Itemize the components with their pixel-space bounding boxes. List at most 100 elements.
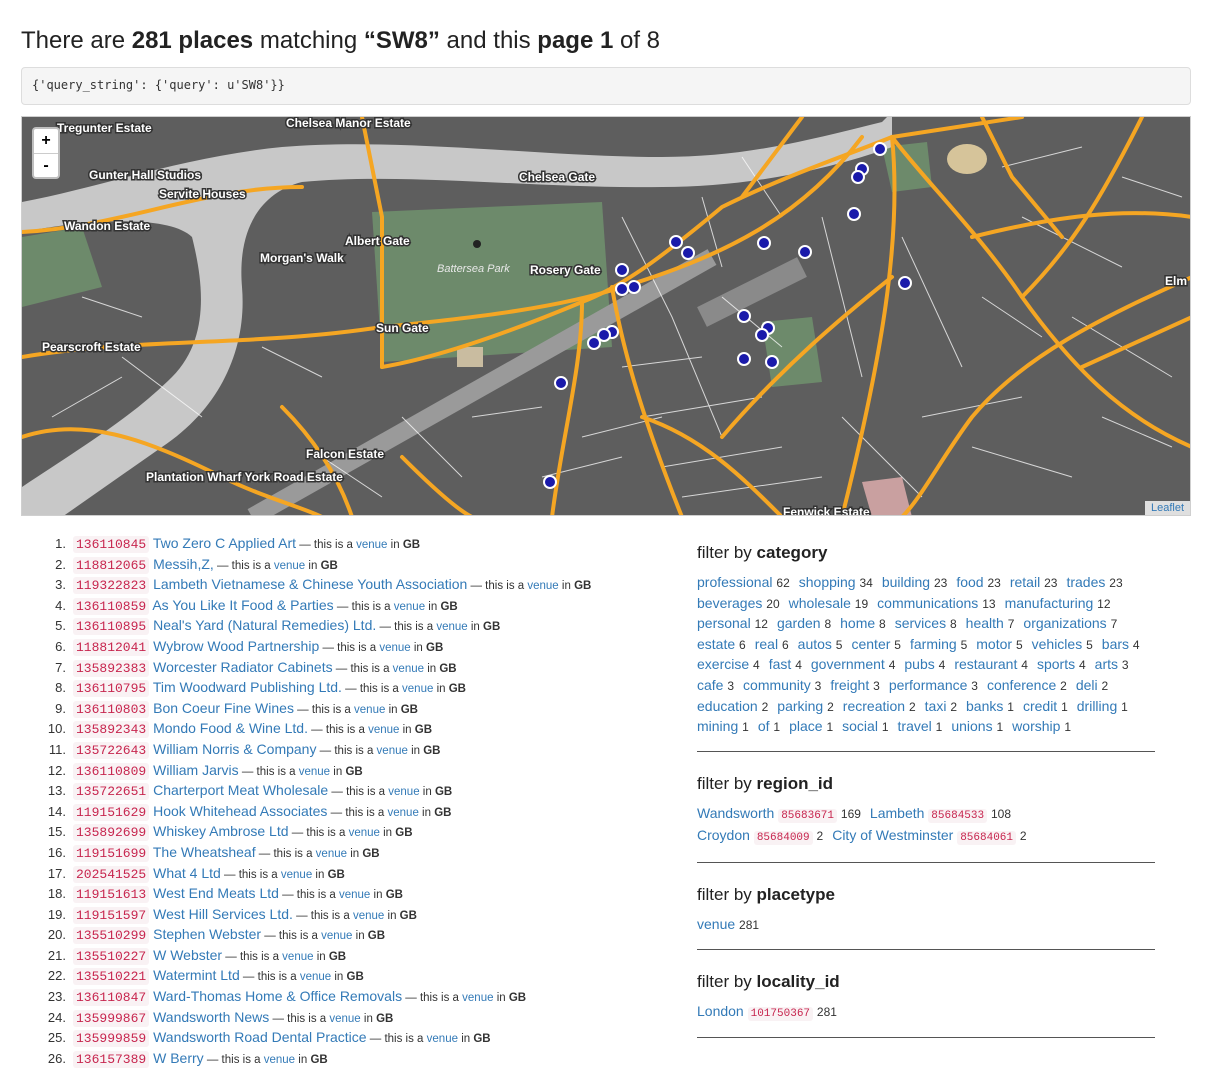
zoom-out-button[interactable]: - [34, 153, 58, 177]
filter-link[interactable]: mining [697, 718, 738, 734]
placetype-link[interactable]: venue [388, 807, 419, 819]
filter-link[interactable]: autos [798, 636, 832, 652]
placetype-link[interactable]: venue [264, 1054, 295, 1066]
place-link[interactable]: Messih,Z, [153, 556, 214, 572]
filter-link[interactable]: estate [697, 636, 735, 652]
filter-link[interactable]: professional [697, 574, 773, 590]
placetype-link[interactable]: venue [329, 1013, 360, 1025]
placetype-link[interactable]: venue [379, 642, 410, 654]
place-link[interactable]: As You Like It Food & Parties [152, 597, 333, 613]
place-link[interactable]: William Jarvis [153, 762, 239, 778]
place-link[interactable]: What 4 Ltd [153, 865, 221, 881]
filter-link[interactable]: education [697, 698, 758, 714]
place-link[interactable]: Wybrow Wood Partnership [153, 638, 319, 654]
placetype-link[interactable]: venue [354, 704, 385, 716]
placetype-link[interactable]: venue [281, 869, 312, 881]
filter-link[interactable]: Lambeth [870, 805, 924, 821]
map-attribution[interactable]: Leaflet [1144, 501, 1190, 515]
filter-link[interactable]: arts [1095, 656, 1118, 672]
filter-link[interactable]: beverages [697, 595, 762, 611]
place-link[interactable]: Two Zero C Applied Art [153, 535, 296, 551]
filter-link[interactable]: real [755, 636, 778, 652]
filter-link[interactable]: food [956, 574, 983, 590]
filter-link[interactable]: services [895, 615, 946, 631]
filter-link[interactable]: restaurant [954, 656, 1017, 672]
placetype-link[interactable]: venue [299, 766, 330, 778]
filter-link[interactable]: London [697, 1003, 744, 1019]
placetype-link[interactable]: venue [427, 1033, 458, 1045]
filter-link[interactable]: freight [830, 677, 869, 693]
filter-link[interactable]: fast [769, 656, 792, 672]
filter-link[interactable]: wholesale [789, 595, 851, 611]
filter-link[interactable]: building [882, 574, 930, 590]
filter-link[interactable]: vehicles [1032, 636, 1083, 652]
placetype-link[interactable]: venue [349, 827, 380, 839]
place-link[interactable]: Lambeth Vietnamese & Chinese Youth Assoc… [153, 576, 467, 592]
placetype-link[interactable]: venue [274, 560, 305, 572]
place-link[interactable]: Charterport Meat Wholesale [153, 782, 328, 798]
place-link[interactable]: Bon Coeur Fine Wines [153, 700, 294, 716]
placetype-link[interactable]: venue [353, 910, 384, 922]
filter-link[interactable]: communications [877, 595, 978, 611]
placetype-link[interactable]: venue [462, 992, 493, 1004]
place-link[interactable]: W Berry [153, 1050, 204, 1066]
placetype-link[interactable]: venue [300, 971, 331, 983]
place-link[interactable]: Hook Whitehead Associates [153, 803, 327, 819]
filter-link[interactable]: credit [1023, 698, 1057, 714]
place-link[interactable]: Whiskey Ambrose Ltd [153, 823, 288, 839]
placetype-link[interactable]: venue [316, 848, 347, 860]
filter-link[interactable]: manufacturing [1005, 595, 1094, 611]
place-link[interactable]: Stephen Webster [153, 926, 261, 942]
filter-link[interactable]: place [789, 718, 822, 734]
filter-link[interactable]: personal [697, 615, 751, 631]
placetype-link[interactable]: venue [368, 724, 399, 736]
filter-link[interactable]: drilling [1077, 698, 1117, 714]
placetype-link[interactable]: venue [321, 930, 352, 942]
filter-link[interactable]: performance [889, 677, 968, 693]
placetype-link[interactable]: venue [377, 745, 408, 757]
filter-link[interactable]: community [743, 677, 811, 693]
filter-link[interactable]: garden [777, 615, 821, 631]
place-link[interactable]: West End Meats Ltd [153, 885, 279, 901]
placetype-link[interactable]: venue [436, 621, 467, 633]
filter-link[interactable]: banks [966, 698, 1003, 714]
filter-link[interactable]: unions [951, 718, 992, 734]
filter-link[interactable]: worship [1012, 718, 1060, 734]
placetype-link[interactable]: venue [282, 951, 313, 963]
place-link[interactable]: Neal's Yard (Natural Remedies) Ltd. [153, 617, 376, 633]
filter-link[interactable]: deli [1076, 677, 1098, 693]
filter-link[interactable]: retail [1010, 574, 1040, 590]
filter-link[interactable]: organizations [1023, 615, 1106, 631]
filter-link[interactable]: farming [910, 636, 957, 652]
place-link[interactable]: William Norris & Company [153, 741, 316, 757]
filter-link[interactable]: Croydon [697, 827, 750, 843]
place-link[interactable]: Mondo Food & Wine Ltd. [153, 720, 308, 736]
placetype-link[interactable]: venue [388, 786, 419, 798]
place-link[interactable]: The Wheatsheaf [153, 844, 256, 860]
place-link[interactable]: Tim Woodward Publishing Ltd. [153, 679, 342, 695]
placetype-link[interactable]: venue [339, 889, 370, 901]
filter-link[interactable]: government [811, 656, 885, 672]
filter-link[interactable]: Wandsworth [697, 805, 774, 821]
filter-link[interactable]: City of Westminster [832, 827, 953, 843]
place-link[interactable]: Wandsworth News [153, 1009, 269, 1025]
map[interactable]: Tregunter Estate Chelsea Manor Estate Gu… [21, 116, 1191, 516]
filter-link[interactable]: social [842, 718, 878, 734]
filter-link[interactable]: of [758, 718, 770, 734]
place-link[interactable]: Ward-Thomas Home & Office Removals [153, 988, 402, 1004]
placetype-link[interactable]: venue [394, 601, 425, 613]
filter-link[interactable]: taxi [925, 698, 947, 714]
place-link[interactable]: W Webster [153, 947, 222, 963]
place-link[interactable]: Watermint Ltd [153, 967, 240, 983]
filter-link[interactable]: conference [987, 677, 1056, 693]
placetype-link[interactable]: venue [393, 663, 424, 675]
filter-link[interactable]: center [851, 636, 890, 652]
place-link[interactable]: Worcester Radiator Cabinets [153, 659, 332, 675]
filter-link[interactable]: trades [1066, 574, 1105, 590]
filter-link[interactable]: bars [1102, 636, 1129, 652]
filter-link[interactable]: cafe [697, 677, 723, 693]
place-link[interactable]: Wandsworth Road Dental Practice [153, 1029, 366, 1045]
filter-link[interactable]: exercise [697, 656, 749, 672]
filter-link[interactable]: pubs [904, 656, 934, 672]
placetype-link[interactable]: venue [356, 539, 387, 551]
